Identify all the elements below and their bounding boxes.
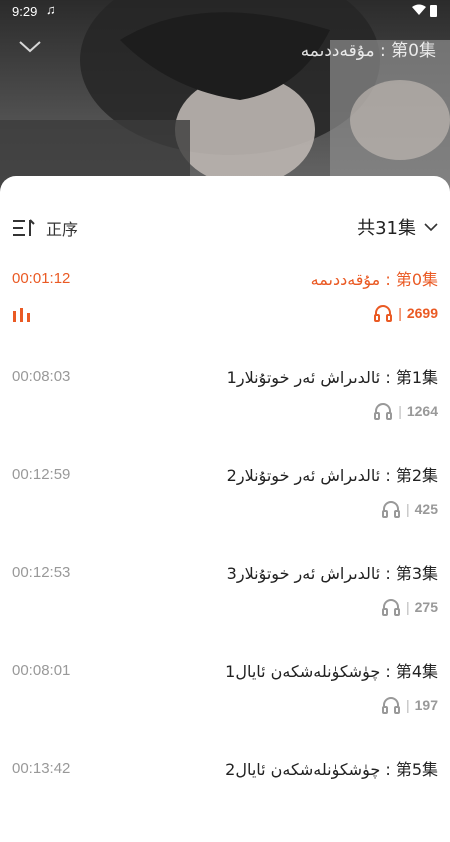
play-count-value: 197 — [414, 697, 438, 713]
play-count: | 425 — [381, 500, 438, 518]
divider: | — [398, 305, 402, 321]
play-count: | 1264 — [373, 402, 438, 420]
headphones-icon — [382, 697, 400, 714]
episode-list-header: 正序 共31集 — [0, 176, 450, 239]
battery-icon — [430, 5, 437, 17]
episode-title: چۈشكۈنلەشكەن ئايال1 : 第4集 — [225, 662, 438, 681]
headphones-icon — [374, 305, 393, 322]
episode-duration: 00:13:42 — [12, 760, 71, 777]
episode-row[interactable]: 00:13:42 چۈشكۈنلەشكەن ئايال2 : 第5集 — [0, 744, 450, 842]
episode-row[interactable]: 00:08:03 ئالدىراش ئەر خوتۇنلار1 : 第1集 | … — [0, 352, 450, 450]
play-count-value: 2699 — [406, 305, 438, 321]
play-count-value: 275 — [414, 599, 438, 615]
play-count: | 197 — [381, 696, 438, 714]
sort-order-icon — [13, 219, 35, 236]
episode-list: 00:01:12 مۇقەددىمە : 第0集 | 2699 00:08:03… — [0, 254, 450, 842]
episode-count-label: 共31集 — [357, 218, 416, 239]
episode-title: چۈشكۈنلەشكەن ئايال2 : 第5集 — [225, 760, 438, 779]
collapse-player-button[interactable] — [16, 34, 44, 58]
headphones-icon — [374, 403, 393, 420]
episode-count-selector[interactable]: 共31集 — [357, 214, 438, 240]
now-playing-title: مۇقەددىمە : 第0集 — [300, 41, 436, 61]
episode-row[interactable]: 00:12:53 ئالدىراش ئەر خوتۇنلار3 : 第3集 | … — [0, 548, 450, 646]
episode-title: ئالدىراش ئەر خوتۇنلار2 : 第2集 — [226, 466, 438, 485]
now-playing-equalizer-icon — [13, 308, 30, 322]
play-count-value: 1264 — [406, 403, 438, 419]
cover-artwork-background — [0, 0, 450, 200]
episode-list-sheet: 正序 共31集 00:01:12 مۇقەددىمە : 第0集 | 2699 … — [0, 176, 450, 800]
status-bar: 9:29 ♫ — [0, 0, 450, 24]
divider: | — [406, 501, 410, 517]
divider: | — [406, 599, 410, 615]
episode-duration: 00:12:59 — [12, 466, 71, 483]
wifi-icon — [412, 4, 426, 15]
episode-duration: 00:12:53 — [12, 564, 71, 581]
divider: | — [398, 403, 402, 419]
play-count: | 275 — [381, 598, 438, 616]
episode-row[interactable]: 00:01:12 مۇقەددىمە : 第0集 | 2699 — [0, 254, 450, 352]
sort-order-toggle[interactable]: 正序 — [12, 216, 78, 240]
episode-duration: 00:01:12 — [12, 270, 71, 287]
cover-illustration — [0, 0, 450, 200]
sort-order-label: 正序 — [46, 220, 79, 239]
episode-duration: 00:08:03 — [12, 368, 71, 385]
episode-duration: 00:08:01 — [12, 662, 71, 679]
headphones-icon — [382, 501, 400, 518]
divider: | — [406, 697, 410, 713]
chevron-down-icon — [19, 41, 41, 53]
headphones-icon — [382, 599, 400, 616]
status-time: 9:29 — [12, 4, 38, 19]
episode-row[interactable]: 00:08:01 چۈشكۈنلەشكەن ئايال1 : 第4集 | 197 — [0, 646, 450, 744]
music-notification-icon: ♫ — [46, 2, 56, 17]
episode-title: مۇقەددىمە : 第0集 — [310, 270, 438, 289]
chevron-down-icon — [424, 223, 438, 232]
episode-title: ئالدىراش ئەر خوتۇنلار1 : 第1集 — [226, 368, 438, 387]
play-count: | 2699 — [373, 304, 438, 322]
episode-title: ئالدىراش ئەر خوتۇنلار3 : 第3集 — [226, 564, 438, 583]
episode-row[interactable]: 00:12:59 ئالدىراش ئەر خوتۇنلار2 : 第2集 | … — [0, 450, 450, 548]
play-count-value: 425 — [414, 501, 438, 517]
